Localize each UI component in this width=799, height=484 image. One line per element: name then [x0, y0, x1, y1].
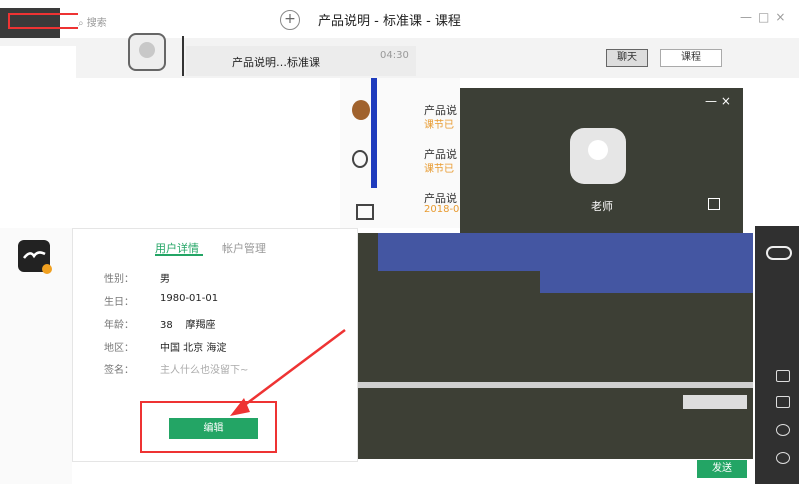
tab-account-manage[interactable]: 帐户管理: [222, 240, 266, 256]
input-divider: [358, 382, 753, 388]
search-input[interactable]: ⌕ 搜索: [78, 14, 258, 29]
emoji-icon[interactable]: [352, 100, 370, 120]
signature-value: 主人什么也没留下~: [160, 365, 249, 376]
field-label: 性别：: [104, 274, 134, 285]
add-button[interactable]: +: [280, 10, 300, 30]
cloud-icon[interactable]: [766, 246, 792, 260]
field-value: 1980-01-01: [160, 293, 219, 304]
tab-chat[interactable]: 聊天: [606, 49, 648, 67]
list-item-sub: 课节已: [424, 164, 454, 175]
divider: [182, 36, 184, 76]
mail-icon[interactable]: [776, 370, 790, 382]
field-label: 签名：: [104, 365, 134, 376]
field-value: 38 摩羯座: [160, 320, 216, 331]
expand-icon[interactable]: [708, 198, 720, 210]
field-value: 男: [160, 274, 170, 285]
teacher-name: 老师: [591, 200, 613, 213]
active-tab-underline: [155, 254, 203, 256]
settings-icon[interactable]: [776, 452, 790, 464]
tab-course[interactable]: 课程: [660, 49, 722, 67]
user-icon[interactable]: [352, 150, 368, 168]
video-window-controls[interactable]: — ×: [705, 94, 731, 108]
sidebar-item[interactable]: [0, 46, 76, 82]
avatar[interactable]: [128, 33, 166, 71]
selection-indicator: [371, 78, 377, 188]
status-badge: [42, 264, 52, 274]
window-controls[interactable]: —□×: [740, 10, 791, 24]
message-panel: [540, 271, 753, 293]
conversation-time: 04:30: [380, 50, 409, 61]
field-value: 中国 北京 海淀: [160, 343, 227, 354]
list-item-sub: 课节已: [424, 120, 454, 131]
window-title: 产品说明 - 标准课 - 课程: [318, 14, 461, 29]
highlight-frame: [8, 13, 78, 29]
edit-button[interactable]: 编辑: [169, 418, 258, 439]
field-label: 生日：: [104, 297, 134, 308]
teacher-avatar: [570, 128, 626, 184]
field-label: 年龄：: [104, 320, 134, 331]
field-label: 地区：: [104, 343, 134, 354]
image-icon[interactable]: [776, 396, 790, 408]
activity-icon[interactable]: [776, 424, 790, 436]
record-badge[interactable]: [683, 395, 747, 409]
list-item-sub: 2018-0: [424, 204, 460, 215]
conversation-name: 产品说明…标准课: [232, 56, 320, 69]
message-panel: [378, 233, 753, 271]
calendar-icon[interactable]: [356, 204, 374, 220]
send-button[interactable]: 发送: [697, 460, 747, 478]
right-rail: [755, 226, 799, 484]
search-icon: ⌕: [78, 18, 87, 29]
